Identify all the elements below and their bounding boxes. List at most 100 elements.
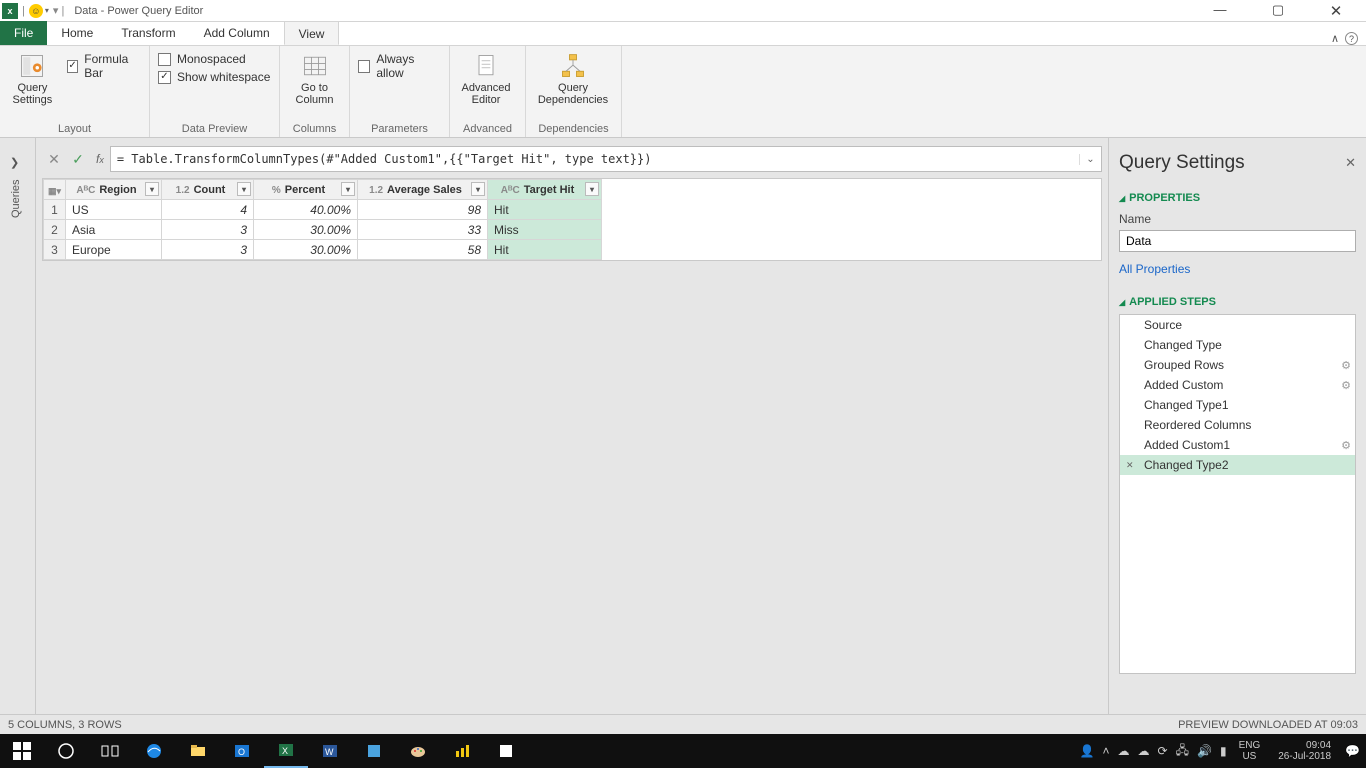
column-filter-icon[interactable]: ▾ — [237, 182, 251, 196]
dependencies-icon — [559, 52, 587, 80]
group-label-layout: Layout — [8, 121, 141, 135]
tray-chevron-icon[interactable]: ˄ — [1103, 744, 1110, 758]
battery-icon[interactable]: ▮ — [1220, 744, 1227, 758]
tab-transform[interactable]: Transform — [107, 21, 189, 45]
gear-icon[interactable]: ⚙ — [1341, 379, 1351, 392]
formula-input[interactable]: = Table.TransformColumnTypes(#"Added Cus… — [110, 146, 1102, 172]
show-whitespace-checkbox[interactable]: ✓Show whitespace — [158, 68, 270, 86]
formula-dropdown-icon[interactable]: ⌄ — [1079, 154, 1101, 165]
qat-dropdown-icon[interactable]: ▾ — [45, 6, 49, 15]
query-settings-button[interactable]: Query Settings — [8, 50, 57, 106]
tab-file[interactable]: File — [0, 21, 47, 45]
help-icon[interactable]: ? — [1345, 32, 1358, 45]
status-bar: 5 COLUMNS, 3 ROWS PREVIEW DOWNLOADED AT … — [0, 714, 1366, 734]
gear-icon[interactable]: ⚙ — [1341, 359, 1351, 372]
system-tray: 👤 ˄ ☁ ☁ ⟳ 🖧 🔊 ▮ ENGUS 09:0426-Jul-2018 💬 — [1080, 740, 1366, 762]
table-row[interactable]: 3Europe330.00%58Hit — [44, 240, 602, 260]
data-preview-grid: ▦▾AᴮCRegion▾1.2Count▾%Percent▾1.2Average… — [42, 178, 1102, 261]
ribbon-collapse-icon[interactable]: ∧ — [1331, 32, 1339, 45]
column-header-percent[interactable]: %Percent▾ — [254, 180, 358, 200]
applied-step[interactable]: Grouped Rows⚙ — [1120, 355, 1355, 375]
row-number[interactable]: 3 — [44, 240, 66, 260]
group-label-dependencies: Dependencies — [534, 121, 613, 135]
column-filter-icon[interactable]: ▾ — [341, 182, 355, 196]
smiley-icon[interactable]: ☺ — [29, 4, 43, 18]
column-header-region[interactable]: AᴮCRegion▾ — [66, 180, 162, 200]
applied-step[interactable]: Changed Type2 — [1120, 455, 1355, 475]
svg-text:W: W — [325, 747, 334, 757]
updates-icon[interactable]: ⟳ — [1158, 744, 1168, 758]
svg-text:X: X — [282, 746, 288, 756]
column-header-count[interactable]: 1.2Count▾ — [162, 180, 254, 200]
taskbar-app8-icon[interactable] — [484, 734, 528, 768]
queries-rail[interactable]: ❯ Queries — [0, 138, 36, 746]
taskbar-explorer-icon[interactable] — [176, 734, 220, 768]
people-icon[interactable]: 👤 — [1080, 744, 1095, 758]
goto-column-button[interactable]: Go to Column — [288, 50, 341, 106]
gear-icon[interactable]: ⚙ — [1341, 439, 1351, 452]
group-label-advanced: Advanced — [458, 121, 517, 135]
quick-access-toolbar: | ☺ ▾ ▾ | — [20, 4, 66, 18]
tab-view[interactable]: View — [284, 21, 340, 45]
applied-steps-section-header[interactable]: ◢APPLIED STEPS — [1119, 296, 1356, 308]
applied-step[interactable]: Added Custom1⚙ — [1120, 435, 1355, 455]
applied-step[interactable]: Reordered Columns — [1120, 415, 1355, 435]
applied-step[interactable]: Changed Type1 — [1120, 395, 1355, 415]
column-filter-icon[interactable]: ▾ — [585, 182, 599, 196]
taskbar-outlook-icon[interactable]: O — [220, 734, 264, 768]
advanced-editor-button[interactable]: Advanced Editor — [458, 50, 514, 106]
taskbar-edge-icon[interactable] — [132, 734, 176, 768]
column-filter-icon[interactable]: ▾ — [145, 182, 159, 196]
window-title: Data - Power Query Editor — [68, 5, 203, 17]
properties-section-header[interactable]: ◢PROPERTIES — [1119, 192, 1356, 204]
onedrive2-icon[interactable]: ☁ — [1138, 744, 1150, 758]
grid-icon — [301, 52, 329, 80]
taskbar-word-icon[interactable]: W — [308, 734, 352, 768]
status-left: 5 COLUMNS, 3 ROWS — [8, 719, 122, 731]
table-row[interactable]: 2Asia330.00%33Miss — [44, 220, 602, 240]
taskbar-excel-icon[interactable]: X — [264, 734, 308, 768]
tab-add-column[interactable]: Add Column — [190, 21, 284, 45]
column-header-target-hit[interactable]: AᴮCTarget Hit▾ — [488, 180, 602, 200]
windows-taskbar: O X W 👤 ˄ ☁ ☁ ⟳ 🖧 🔊 ▮ ENGUS 09:0426-Jul-… — [0, 734, 1366, 768]
monospaced-checkbox[interactable]: Monospaced — [158, 50, 270, 68]
query-name-input[interactable]: Data — [1119, 230, 1356, 252]
applied-step[interactable]: Source — [1120, 315, 1355, 335]
taskbar-clock[interactable]: 09:0426-Jul-2018 — [1272, 740, 1337, 762]
fx-icon: fx — [90, 152, 110, 166]
tab-home[interactable]: Home — [47, 21, 107, 45]
window-close-button[interactable]: ✕ — [1316, 2, 1356, 20]
applied-step[interactable]: Changed Type — [1120, 335, 1355, 355]
cancel-formula-button[interactable]: ✕ — [42, 146, 66, 172]
window-maximize-button[interactable]: ▢ — [1258, 2, 1298, 20]
table-row[interactable]: 1US440.00%98Hit — [44, 200, 602, 220]
row-number[interactable]: 2 — [44, 220, 66, 240]
applied-step[interactable]: Added Custom⚙ — [1120, 375, 1355, 395]
always-allow-checkbox[interactable]: Always allow — [358, 50, 441, 82]
window-titlebar: x | ☺ ▾ ▾ | Data - Power Query Editor — … — [0, 0, 1366, 22]
panel-close-button[interactable]: ✕ — [1345, 155, 1356, 171]
onedrive-icon[interactable]: ☁ — [1118, 744, 1130, 758]
language-indicator[interactable]: ENGUS — [1235, 740, 1265, 762]
column-header-average-sales[interactable]: 1.2Average Sales▾ — [358, 180, 488, 200]
taskbar-app5-icon[interactable] — [352, 734, 396, 768]
start-button[interactable] — [0, 734, 44, 768]
window-minimize-button[interactable]: — — [1200, 2, 1240, 20]
cortana-button[interactable] — [44, 734, 88, 768]
action-center-icon[interactable]: 💬 — [1345, 744, 1360, 758]
formula-bar-checkbox[interactable]: ✓Formula Bar — [67, 50, 141, 82]
svg-text:O: O — [238, 747, 245, 757]
all-properties-link[interactable]: All Properties — [1119, 262, 1190, 276]
chevron-right-icon: ❯ — [10, 156, 19, 169]
group-label-parameters: Parameters — [358, 121, 441, 135]
grid-corner[interactable]: ▦▾ — [44, 180, 66, 200]
row-number[interactable]: 1 — [44, 200, 66, 220]
column-filter-icon[interactable]: ▾ — [471, 182, 485, 196]
taskbar-paint-icon[interactable] — [396, 734, 440, 768]
network-icon[interactable]: 🖧 — [1176, 741, 1189, 762]
volume-icon[interactable]: 🔊 — [1197, 744, 1212, 758]
task-view-button[interactable] — [88, 734, 132, 768]
taskbar-powerbi-icon[interactable] — [440, 734, 484, 768]
confirm-formula-button[interactable]: ✓ — [66, 146, 90, 172]
query-dependencies-button[interactable]: Query Dependencies — [534, 50, 612, 106]
